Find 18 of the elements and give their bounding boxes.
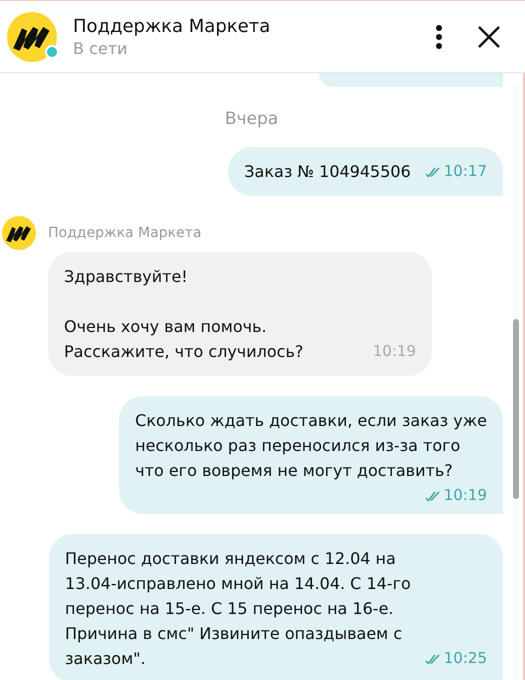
message-text: Перенос доставки яндексом с 12.04 на 13.04-исправлено мной на 14.04. С 14-го перенос на 15-е. С 15 перенос на 16-е. Причина в смс" Извините опаздываем с заказом". (65, 548, 411, 670)
chat-title: Поддержка Маркета (73, 16, 272, 36)
more-icon (435, 24, 443, 50)
message-time: 10:17 (444, 161, 487, 182)
scrollbar[interactable] (513, 85, 519, 680)
message-text: Заказ № 104945506 (244, 161, 411, 183)
scrollbar-thumb[interactable] (513, 319, 519, 499)
online-status: В сети (73, 38, 128, 58)
message-text: Здравствуйте! Очень хочу вам помочь. Расскажите, что случилось? (64, 266, 304, 363)
message-time: 10:19 (372, 341, 416, 362)
sender-name: Поддержка Маркета (48, 225, 202, 241)
message-time: 10:25 (444, 648, 487, 669)
message-text: Сколько ждать доставки, если заказ уже несколько раз переносился из-за того что его вовремя не могут доставить? (135, 410, 487, 482)
logo-icon (7, 12, 57, 62)
date-divider: Вчера (224, 109, 280, 129)
message-time: 10:19 (444, 485, 487, 506)
close-icon (477, 24, 501, 48)
logo-icon (2, 216, 36, 250)
